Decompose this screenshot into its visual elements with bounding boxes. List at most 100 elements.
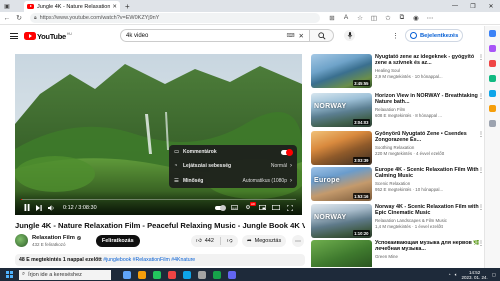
favorites-icon[interactable]: ✩: [384, 14, 392, 22]
list-item[interactable]: 3:03:39 Gyönyörű Nyugtató Zene • Csendes…: [311, 131, 484, 165]
thumbnail-overlay-text: NORWAY: [314, 103, 347, 110]
account-icon: [410, 32, 417, 39]
autoplay-toggle[interactable]: [214, 204, 226, 211]
youtube-logo[interactable]: YouTube HU: [24, 32, 72, 41]
subtitles-button[interactable]: [228, 205, 240, 210]
outlook-icon[interactable]: [489, 105, 496, 112]
settings-more-icon[interactable]: ⋮: [392, 32, 399, 40]
list-item[interactable]: NORWAY 3:04:03 Horizon View in NORWAY - …: [311, 93, 484, 127]
thumbs-down-icon[interactable]: 👎︎: [227, 238, 233, 244]
minimize-button[interactable]: —: [446, 3, 464, 10]
network-icon[interactable]: ◔: [448, 272, 451, 277]
clock[interactable]: 14:52 2023. 01. 24.: [461, 270, 487, 280]
list-item[interactable]: 3:45:55 Nyugtató zene az idegeknek - gyó…: [311, 54, 484, 88]
thumbnail-overlay-text: Europe: [314, 177, 340, 184]
search-sidebar-icon[interactable]: [489, 30, 496, 37]
list-item[interactable]: Успокаивающая музыка для нервов 🌿 лечебн…: [311, 240, 484, 267]
edge-icon[interactable]: [183, 270, 191, 279]
close-window-button[interactable]: ✕: [482, 3, 500, 10]
url-field[interactable]: 🔒︎ https://www.youtube.com/watch?v=EW0KZ…: [30, 13, 320, 23]
excel-icon[interactable]: [213, 270, 221, 279]
captions-toggle[interactable]: [281, 148, 293, 156]
shopping-icon[interactable]: [489, 45, 496, 52]
games-icon[interactable]: [489, 75, 496, 82]
teams-icon[interactable]: [228, 270, 236, 279]
notifications-icon[interactable]: ▢: [492, 272, 496, 278]
keyboard-icon[interactable]: ⌨: [287, 33, 295, 39]
split-screen-icon[interactable]: ◫: [370, 14, 378, 22]
description-box[interactable]: 48 E megtekintés 1 nappal ezelőtt #jungl…: [15, 254, 305, 266]
read-aloud-icon[interactable]: A: [342, 14, 350, 22]
more-actions-button[interactable]: ⋯: [292, 235, 304, 247]
maximize-button[interactable]: ❐: [464, 3, 482, 10]
tools-icon[interactable]: [489, 60, 496, 67]
back-arrow-icon[interactable]: ←: [2, 15, 12, 22]
list-item[interactable]: NORWAY 1:10:20 Norway 4K - Scenic Relaxa…: [311, 204, 484, 238]
speaker-icon[interactable]: 🔈︎: [455, 272, 458, 277]
office-icon[interactable]: [489, 90, 496, 97]
video-info: Gyönyörű Nyugtató Zene • Csendes Zongora…: [375, 131, 481, 156]
channel-name-row[interactable]: Relaxation Film ✓: [32, 235, 81, 241]
favorite-star-icon[interactable]: ☆: [356, 14, 364, 22]
file-explorer-icon[interactable]: [138, 270, 146, 279]
window-controls: — ❐ ✕: [446, 3, 500, 10]
like-count: 442: [204, 238, 214, 244]
browser-side-panel: [484, 26, 500, 268]
video-title: Nyugtató zene az idegeknek - gyógyító ze…: [375, 54, 475, 67]
pause-button[interactable]: [21, 204, 33, 211]
taskbar-search-placeholder: Írjon ide a kereséshez: [28, 271, 82, 278]
volume-button[interactable]: [45, 204, 57, 211]
settings-item-label: Kommentárok: [183, 149, 217, 156]
browser-menu-icon[interactable]: ⋯: [426, 14, 434, 22]
channel-avatar[interactable]: [15, 234, 28, 247]
fullscreen-button[interactable]: [284, 204, 296, 211]
progress-fill: [21, 198, 23, 200]
speed-icon: ◔: [174, 163, 178, 170]
miniplayer-button[interactable]: [256, 205, 268, 210]
taskbar-search-input[interactable]: ⌕ Írjon ide a kereséshez: [19, 269, 111, 280]
spotify-icon[interactable]: [153, 270, 161, 279]
theater-icon: [272, 205, 280, 210]
video-meta: 2,9 M megtekintés · 10 hónappal...: [375, 73, 443, 79]
subscribe-button[interactable]: Feliratkozás: [95, 234, 140, 247]
profile-icon[interactable]: ◉: [412, 14, 420, 22]
search-value: 4k video: [126, 32, 149, 39]
new-tab-button[interactable]: +: [125, 2, 130, 11]
task-view-icon[interactable]: [123, 270, 131, 279]
app-64-icon[interactable]: [168, 270, 176, 279]
list-item[interactable]: Europe 1:53:16 Europe 4K - Scenic Relaxa…: [311, 167, 484, 201]
hashtags[interactable]: #junglebook #RelaxationFilm #4Knature: [103, 257, 195, 263]
close-tab-icon[interactable]: ✕: [112, 4, 117, 10]
next-button[interactable]: [33, 204, 45, 211]
channel-info: Relaxation Film ✓ 432 E feliratkozó: [32, 235, 81, 247]
settings-item-captions[interactable]: ▭ Kommentárok: [169, 145, 297, 159]
search-input[interactable]: 4k video ⌨ ✕: [120, 29, 310, 42]
windows-start-icon[interactable]: [2, 271, 16, 278]
settings-item-speed[interactable]: ◔ Lejátszási sebesség Normál ›: [169, 159, 297, 173]
video-player[interactable]: 0:12 / 3:08:30 ⚙ HD: [15, 54, 302, 215]
hamburger-menu-icon[interactable]: [10, 33, 18, 39]
video-meta: 220 M megtekintés · 4 évvel ezelőtt: [375, 150, 445, 156]
thumbs-up-icon[interactable]: 👍︎: [196, 238, 202, 244]
channel-name: Soothing Relaxation: [375, 145, 415, 151]
sign-in-button[interactable]: Bejelentkezés: [405, 29, 464, 42]
progress-bar[interactable]: [21, 198, 296, 200]
clear-search-icon[interactable]: ✕: [299, 32, 304, 40]
reader-icon[interactable]: ⊞: [328, 14, 336, 22]
theater-mode-button[interactable]: [270, 205, 282, 210]
app-icon[interactable]: [198, 270, 206, 279]
window-menu-icon[interactable]: ▣: [2, 2, 12, 11]
search-icon: [317, 31, 326, 40]
thumbnail-image: Europe 1:53:16: [311, 167, 372, 201]
add-sidebar-icon[interactable]: [489, 120, 496, 127]
share-button[interactable]: ➦ Megosztás: [242, 235, 287, 247]
microphone-button[interactable]: [344, 30, 355, 41]
settings-item-quality[interactable]: ☰ Minőség Automatikus (1080p ›: [169, 174, 297, 188]
search-button[interactable]: [310, 29, 334, 42]
collections-icon[interactable]: ⧉: [398, 14, 406, 22]
video-meta: 952 E megtekintés · 10 hónappal...: [375, 186, 444, 192]
browser-tab[interactable]: Jungle 4K - Nature Relaxation Film - ✕: [24, 1, 120, 12]
settings-button[interactable]: ⚙ HD: [242, 201, 256, 211]
refresh-icon[interactable]: ↻: [14, 14, 24, 22]
search-icon: ⌕: [22, 271, 26, 277]
